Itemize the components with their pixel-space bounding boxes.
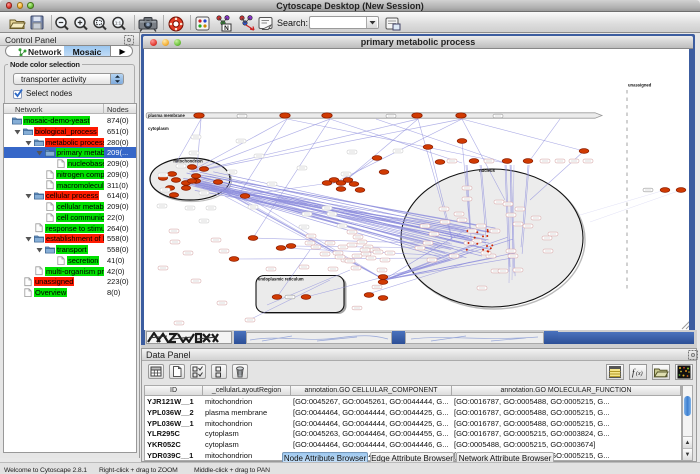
- svg-text:cytoplasm: cytoplasm: [148, 126, 169, 131]
- svg-text:unassigned: unassigned: [628, 83, 652, 88]
- svg-text:mitochondrion: mitochondrion: [173, 159, 203, 164]
- svg-text:1:1: 1:1: [115, 20, 122, 25]
- svg-text:plasma membrane: plasma membrane: [148, 113, 185, 118]
- svg-text:endoplasmic reticulum: endoplasmic reticulum: [258, 277, 304, 282]
- svg-text:N: N: [224, 25, 229, 32]
- svg-text:(x): (x): [636, 370, 643, 377]
- svg-text:nucleus: nucleus: [479, 168, 495, 173]
